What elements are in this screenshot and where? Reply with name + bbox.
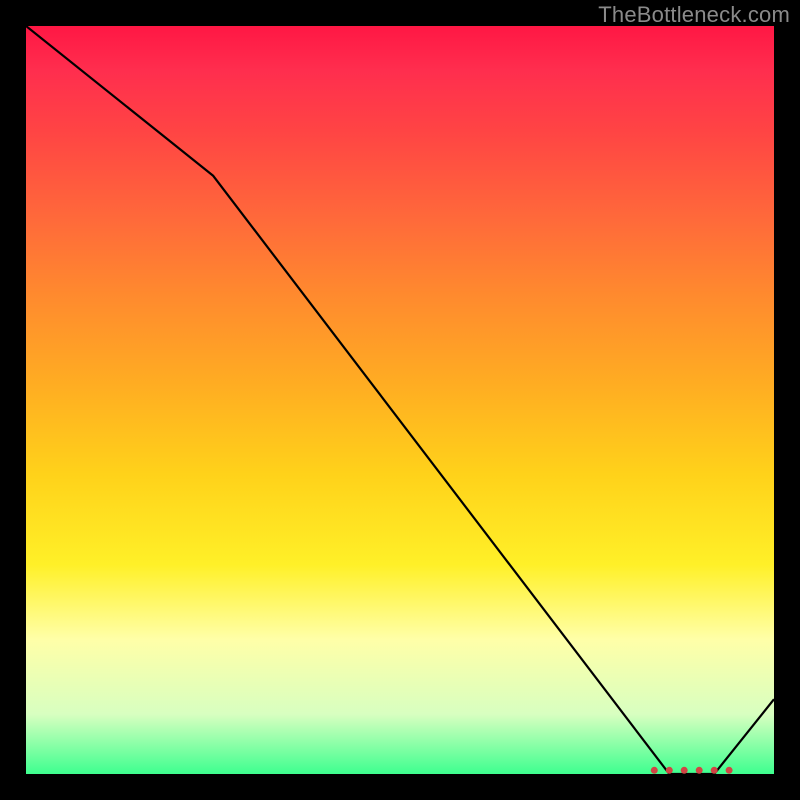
marker-dot <box>696 767 703 774</box>
curve-line <box>26 26 774 774</box>
marker-dot <box>711 767 718 774</box>
plot-area <box>26 26 774 774</box>
marker-dot <box>681 767 688 774</box>
marker-dot <box>726 767 733 774</box>
marker-dot <box>651 767 658 774</box>
chart-frame: TheBottleneck.com <box>0 0 800 800</box>
watermark-text: TheBottleneck.com <box>598 2 790 28</box>
marker-dot <box>666 767 673 774</box>
chart-svg <box>26 26 774 774</box>
